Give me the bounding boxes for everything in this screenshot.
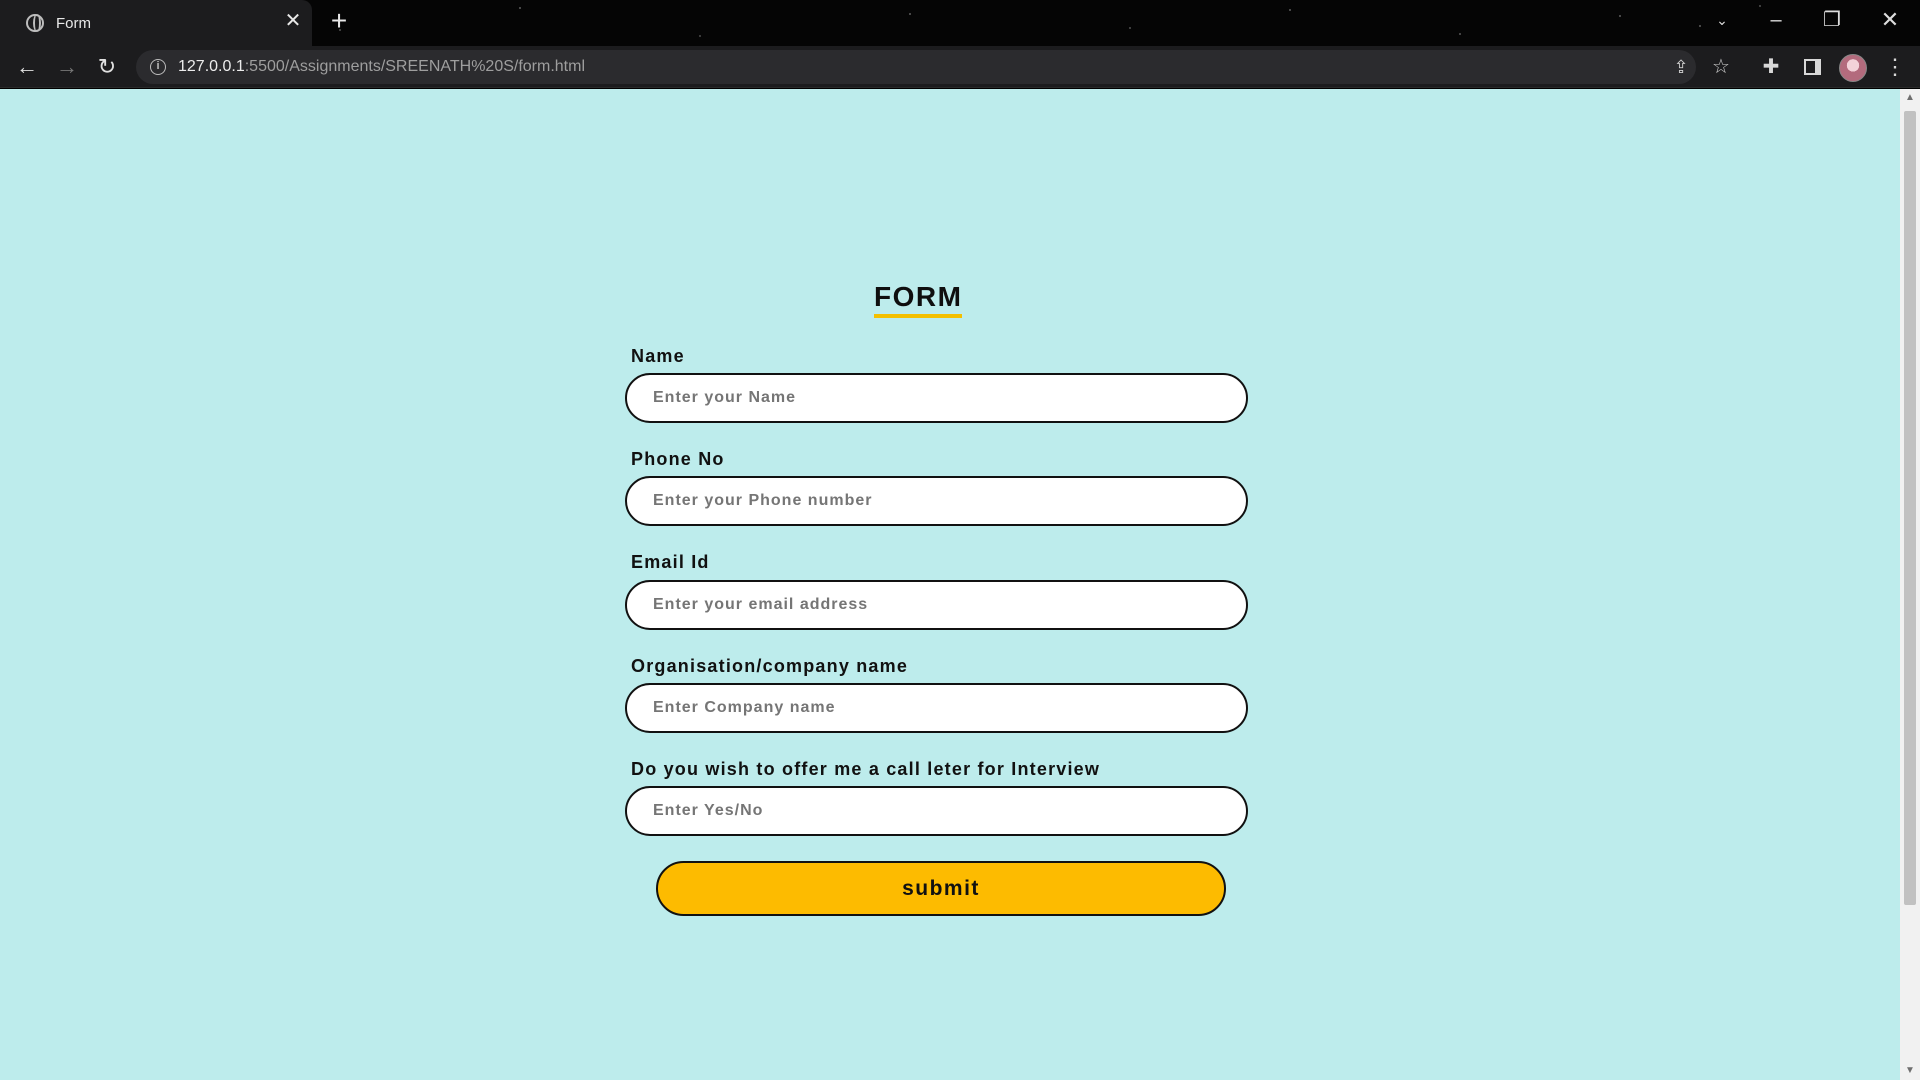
browser-toolbar: ← → ↻ i 127.0.0.1:5500/Assignments/SREEN… xyxy=(0,46,1920,88)
restore-icon[interactable]: ❐ xyxy=(1812,6,1852,34)
globe-icon xyxy=(26,14,44,32)
page-scrollbar[interactable]: ▲ ▼ xyxy=(1900,89,1920,1080)
phone-label: Phone No xyxy=(631,449,725,469)
tab-search-chevron-icon[interactable]: ⌄ xyxy=(1702,6,1742,34)
window-titlebar: Form ✕ + ⌄ – ❐ ✕ xyxy=(0,0,1920,46)
more-menu-icon[interactable]: ⋮ xyxy=(1880,52,1910,82)
email-input[interactable] xyxy=(625,580,1248,630)
scroll-thumb[interactable] xyxy=(1904,111,1916,905)
url-text[interactable]: 127.0.0.1:5500/Assignments/SREENATH%20S/… xyxy=(178,58,585,76)
name-input[interactable] xyxy=(625,373,1248,423)
company-label: Organisation/company name xyxy=(631,656,909,676)
window-close-icon[interactable]: ✕ xyxy=(1870,6,1910,34)
form-title: FORM xyxy=(874,281,963,318)
side-panel-icon[interactable] xyxy=(1797,52,1827,82)
scroll-up-arrow-icon[interactable]: ▲ xyxy=(1900,89,1920,107)
extensions-puzzle-icon[interactable]: ✚ xyxy=(1756,52,1786,82)
reload-icon[interactable]: ↻ xyxy=(92,52,122,82)
email-label: Email Id xyxy=(631,552,710,572)
forward-arrow-icon[interactable]: → xyxy=(52,52,82,82)
interview-input[interactable] xyxy=(625,786,1248,836)
bookmark-star-icon[interactable]: ☆ xyxy=(1709,55,1733,79)
name-label: Name xyxy=(631,346,685,366)
scroll-down-arrow-icon[interactable]: ▼ xyxy=(1900,1062,1920,1080)
interview-label: Do you wish to offer me a call leter for… xyxy=(631,759,1101,779)
tab-title: Form xyxy=(56,14,91,32)
profile-avatar[interactable] xyxy=(1839,54,1867,82)
back-arrow-icon[interactable]: ← xyxy=(12,52,42,82)
browser-tab[interactable]: Form ✕ xyxy=(0,0,312,46)
site-info-icon[interactable]: i xyxy=(150,59,166,75)
address-bar[interactable]: i 127.0.0.1:5500/Assignments/SREENATH%20… xyxy=(136,50,1730,84)
phone-input[interactable] xyxy=(625,476,1248,526)
new-tab-icon[interactable]: + xyxy=(324,6,354,36)
minimize-icon[interactable]: – xyxy=(1756,6,1796,34)
tab-close-icon[interactable]: ✕ xyxy=(282,10,304,32)
page-viewport: FORM Name Phone No Email Id Organisation… xyxy=(0,89,1900,1080)
url-path: :5500/Assignments/SREENATH%20S/form.html xyxy=(244,58,586,75)
company-input[interactable] xyxy=(625,683,1248,733)
submit-button[interactable]: submit xyxy=(656,861,1226,916)
url-host: 127.0.0.1 xyxy=(178,58,245,75)
share-icon[interactable]: ⇪ xyxy=(1669,55,1693,79)
